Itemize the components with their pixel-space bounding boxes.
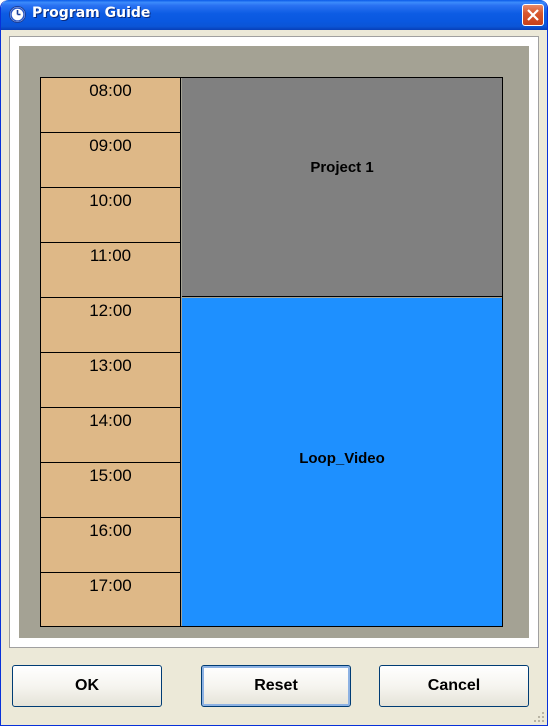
program-guide-window: Program Guide 08:00 09:00 10:00 11:00 12… [0, 0, 548, 726]
time-slot: 13:00 [41, 353, 180, 408]
time-slot: 08:00 [41, 78, 180, 133]
time-slot: 17:00 [89, 576, 132, 595]
title-bar[interactable]: Program Guide [1, 0, 547, 30]
cancel-button[interactable]: Cancel [379, 665, 529, 707]
time-slot: 15:00 [41, 463, 180, 518]
program-label: Loop_Video [299, 449, 385, 467]
window-title: Program Guide [32, 5, 151, 21]
ok-button[interactable]: OK [12, 665, 162, 707]
time-slot: 12:00 [41, 298, 180, 353]
program-label: Project 1 [310, 159, 374, 176]
time-slot: 09:00 [41, 133, 180, 188]
time-column: 08:00 09:00 10:00 11:00 12:00 13:00 14:0… [41, 78, 181, 626]
time-slot: 11:00 [41, 243, 180, 298]
time-slot: 14:00 [41, 408, 180, 463]
resize-grip-icon[interactable] [533, 711, 545, 723]
clock-icon [9, 6, 26, 23]
time-slot: 10:00 [41, 188, 180, 243]
program-schedule-grid: 08:00 09:00 10:00 11:00 12:00 13:00 14:0… [40, 77, 503, 627]
close-button[interactable] [522, 4, 544, 26]
program-block-project-1[interactable]: Project 1 [182, 78, 502, 297]
reset-button[interactable]: Reset [201, 665, 351, 707]
time-slot: 16:00 [41, 518, 180, 573]
close-icon [527, 9, 539, 21]
program-block-loop-video[interactable]: Loop_Video [182, 298, 502, 626]
